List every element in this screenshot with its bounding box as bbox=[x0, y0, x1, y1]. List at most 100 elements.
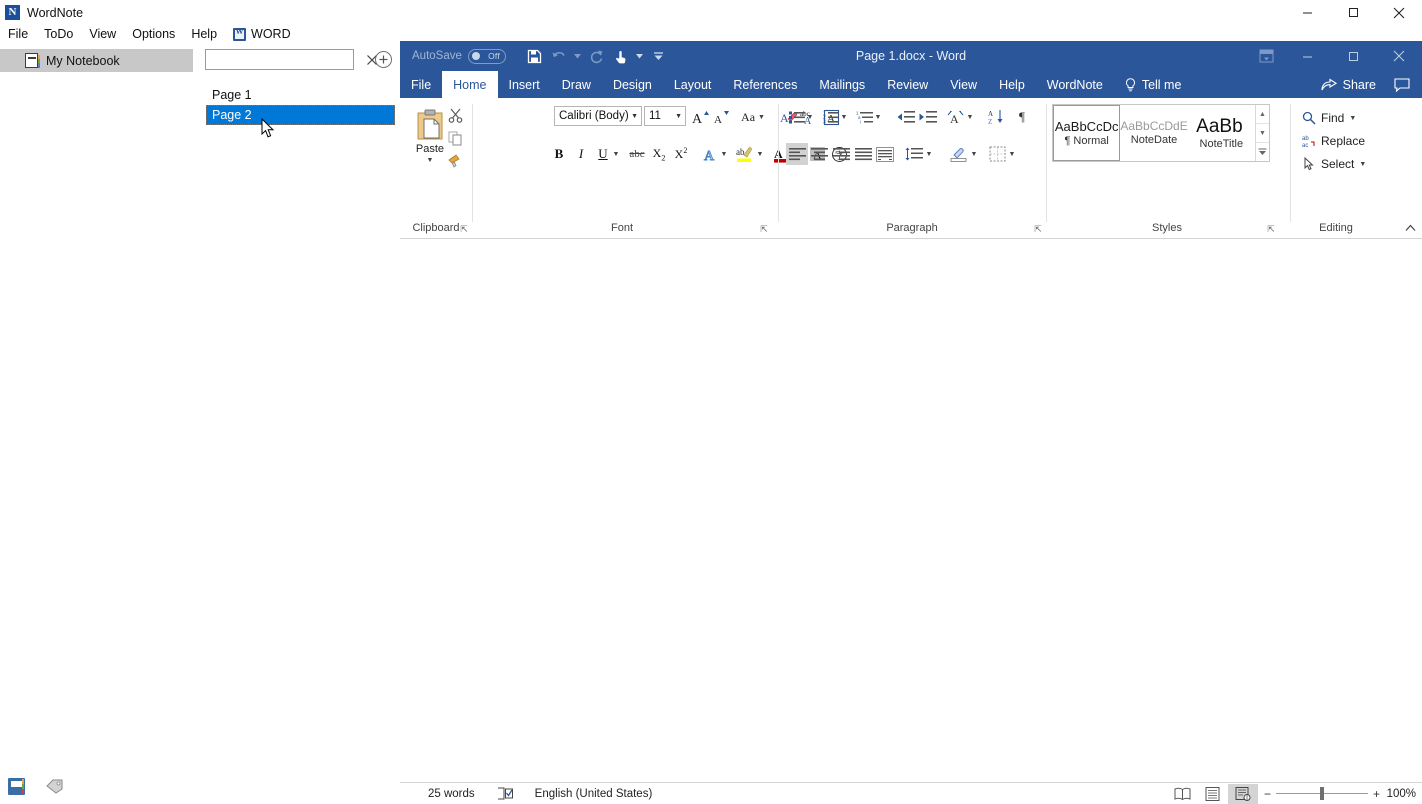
distributed-button[interactable] bbox=[874, 143, 896, 165]
paste-dropdown-icon[interactable]: ▼ bbox=[427, 157, 434, 164]
grow-font-button[interactable]: A bbox=[690, 106, 712, 128]
copy-button[interactable] bbox=[444, 128, 466, 148]
borders-button[interactable] bbox=[986, 143, 1008, 165]
tab-view[interactable]: View bbox=[939, 71, 988, 98]
subscript-button[interactable]: X2 bbox=[648, 143, 670, 165]
increase-indent-button[interactable] bbox=[917, 106, 939, 128]
align-center-button[interactable] bbox=[808, 143, 830, 165]
chevron-down-icon[interactable]: ▼ bbox=[758, 114, 765, 121]
wordnote-maximize-button[interactable] bbox=[1330, 0, 1376, 25]
undo-icon[interactable] bbox=[548, 45, 570, 67]
tab-help[interactable]: Help bbox=[988, 71, 1036, 98]
select-button[interactable]: Select ▼ bbox=[1298, 153, 1370, 175]
paragraph-dialog-launcher[interactable]: ⇱ bbox=[1033, 224, 1043, 234]
format-painter-button[interactable] bbox=[444, 151, 466, 171]
superscript-button[interactable]: X2 bbox=[670, 143, 692, 165]
tab-review[interactable]: Review bbox=[876, 71, 939, 98]
chevron-down-icon[interactable]: ▼ bbox=[675, 113, 682, 120]
menu-word[interactable]: WORD bbox=[225, 26, 299, 42]
proofing-errors-icon[interactable] bbox=[497, 787, 513, 800]
wordnote-minimize-button[interactable] bbox=[1284, 0, 1330, 25]
autosave-toggle[interactable]: Off bbox=[468, 49, 506, 64]
collapse-ribbon-button[interactable] bbox=[1402, 221, 1418, 235]
chevron-down-icon[interactable]: ▼ bbox=[1349, 115, 1356, 122]
font-size-combo[interactable]: 11 ▼ bbox=[644, 106, 686, 126]
zoom-level-label[interactable]: 100% bbox=[1386, 788, 1416, 800]
zoom-in-button[interactable]: + bbox=[1373, 787, 1380, 801]
tab-home[interactable]: Home bbox=[442, 71, 497, 98]
word-maximize-button[interactable] bbox=[1330, 41, 1376, 71]
page-search-box[interactable] bbox=[205, 49, 354, 70]
underline-dropdown-button[interactable]: ▼ bbox=[610, 143, 622, 165]
style-item-normal[interactable]: AaBbCcDc ¶ Normal bbox=[1053, 105, 1120, 161]
shading-dropdown[interactable]: ▼ bbox=[968, 143, 980, 165]
autosave-control[interactable]: AutoSave Off bbox=[412, 49, 506, 64]
comments-button[interactable] bbox=[1388, 74, 1416, 96]
touch-dropdown-icon[interactable] bbox=[634, 45, 646, 67]
numbering-dropdown[interactable]: ▼ bbox=[838, 106, 850, 128]
tab-design[interactable]: Design bbox=[602, 71, 663, 98]
sort-button[interactable]: A Z bbox=[986, 106, 1008, 128]
chevron-down-icon[interactable]: ▼ bbox=[631, 113, 638, 120]
touch-mode-icon[interactable] bbox=[610, 45, 632, 67]
menu-file[interactable]: File bbox=[0, 26, 36, 42]
language-label[interactable]: English (United States) bbox=[535, 788, 653, 800]
tab-draw[interactable]: Draw bbox=[551, 71, 602, 98]
scroll-down-icon[interactable]: ▼ bbox=[1256, 124, 1269, 143]
replace-button[interactable]: ab ac Replace bbox=[1298, 130, 1369, 152]
tag-icon[interactable] bbox=[46, 779, 64, 794]
menu-todo[interactable]: ToDo bbox=[36, 26, 81, 42]
ribbon-display-options-icon[interactable] bbox=[1248, 41, 1284, 71]
bold-button[interactable]: B bbox=[548, 143, 570, 165]
scroll-up-icon[interactable]: ▲ bbox=[1256, 105, 1269, 124]
bullets-dropdown[interactable]: ▼ bbox=[804, 106, 816, 128]
word-minimize-button[interactable] bbox=[1284, 41, 1330, 71]
styles-dialog-launcher[interactable]: ⇱ bbox=[1266, 224, 1276, 234]
more-styles-icon[interactable] bbox=[1256, 143, 1269, 161]
menu-options[interactable]: Options bbox=[124, 26, 183, 42]
zoom-thumb[interactable] bbox=[1320, 787, 1324, 800]
clipboard-dialog-launcher[interactable]: ⇱ bbox=[459, 224, 469, 234]
web-layout-icon[interactable] bbox=[1228, 784, 1258, 804]
asian-layout-dropdown[interactable]: ▼ bbox=[964, 106, 976, 128]
wordnote-close-button[interactable] bbox=[1376, 0, 1422, 25]
shading-button[interactable] bbox=[948, 143, 970, 165]
find-button[interactable]: Find ▼ bbox=[1298, 107, 1360, 129]
zoom-track[interactable] bbox=[1276, 793, 1368, 794]
align-right-button[interactable] bbox=[830, 143, 852, 165]
share-button[interactable]: Share bbox=[1313, 74, 1384, 96]
change-case-button[interactable]: Aa ▼ bbox=[738, 106, 768, 128]
word-close-button[interactable] bbox=[1376, 41, 1422, 71]
font-dialog-launcher[interactable]: ⇱ bbox=[759, 224, 769, 234]
line-spacing-button[interactable] bbox=[903, 143, 925, 165]
borders-dropdown[interactable]: ▼ bbox=[1006, 143, 1018, 165]
style-item-notedate[interactable]: AaBbCcDdE NoteDate bbox=[1120, 105, 1187, 161]
save-icon[interactable] bbox=[524, 45, 546, 67]
shrink-font-button[interactable]: A bbox=[711, 106, 733, 128]
redo-icon[interactable] bbox=[586, 45, 608, 67]
strikethrough-button[interactable]: abc bbox=[626, 143, 648, 165]
page-list-item-page-2[interactable]: Page 2 bbox=[206, 105, 395, 125]
cut-button[interactable] bbox=[444, 105, 466, 125]
tell-me-box[interactable]: Tell me bbox=[1114, 71, 1193, 98]
font-name-combo[interactable]: Calibri (Body) ▼ bbox=[554, 106, 642, 126]
zoom-slider[interactable]: − + bbox=[1264, 787, 1380, 801]
highlight-dropdown[interactable]: ▼ bbox=[754, 143, 766, 165]
menu-help[interactable]: Help bbox=[183, 26, 225, 42]
align-left-button[interactable] bbox=[786, 143, 808, 165]
notebook-tree-item-my-notebook[interactable]: My Notebook bbox=[0, 49, 193, 72]
decrease-indent-button[interactable] bbox=[895, 106, 917, 128]
styles-gallery-scrollbar[interactable]: ▲ ▼ bbox=[1255, 105, 1269, 161]
read-mode-icon[interactable] bbox=[1168, 784, 1198, 804]
tab-references[interactable]: References bbox=[722, 71, 808, 98]
style-item-notetitle[interactable]: AaBb NoteTitle bbox=[1188, 105, 1255, 161]
text-highlight-button[interactable]: ab bbox=[734, 143, 756, 165]
line-spacing-dropdown[interactable]: ▼ bbox=[923, 143, 935, 165]
print-layout-icon[interactable] bbox=[1198, 784, 1228, 804]
text-effects-dropdown[interactable]: ▼ bbox=[718, 143, 730, 165]
zoom-out-button[interactable]: − bbox=[1264, 787, 1271, 801]
tab-layout[interactable]: Layout bbox=[663, 71, 723, 98]
word-count-label[interactable]: 25 words bbox=[428, 788, 475, 800]
tab-wordnote[interactable]: WordNote bbox=[1036, 71, 1114, 98]
qat-customize-icon[interactable] bbox=[648, 45, 670, 67]
